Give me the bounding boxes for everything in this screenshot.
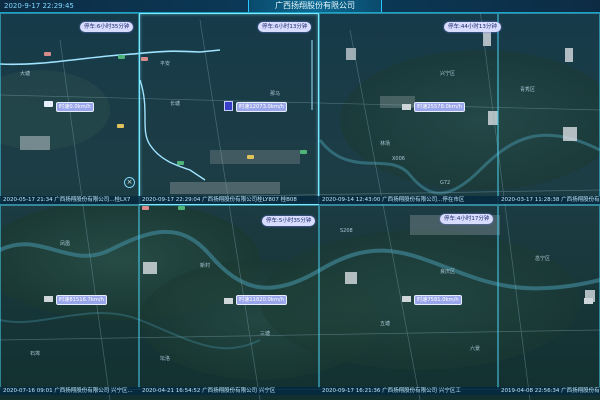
map-label: 大塘 (20, 71, 31, 77)
parking-status-pill-3[interactable]: 停车:44小时13分钟 (444, 22, 501, 32)
camera-tile-4[interactable] (498, 13, 600, 205)
road-sign-icon (117, 124, 124, 128)
road-sign-icon (141, 57, 148, 61)
tile-caption-3: 2020-09-14 12:43:00 广西扬翔股份有限公司...停在市区 (319, 196, 498, 204)
speed-label-5: 时速81516.7km/h (56, 295, 107, 305)
tile-caption-2: 2020-09-17 22:29:04 广西扬翔股份有限公司桂LY807 桂B0… (139, 196, 319, 204)
tile-caption-8: 2019-04-08 22:56:34 广西扬翔股份有限公司 (498, 387, 600, 395)
map-label: 新村 (200, 263, 211, 269)
map-label: 石埠 (30, 351, 41, 357)
vehicle-icon[interactable] (584, 298, 593, 304)
vehicle-icon[interactable] (224, 101, 233, 111)
map-label: 兴宁区 (440, 71, 456, 77)
map-label: 五塘 (380, 321, 391, 327)
road-sign-icon (300, 150, 307, 154)
road-sign-icon (247, 155, 254, 159)
vehicle-icon[interactable] (224, 298, 233, 304)
road-sign-icon (118, 55, 125, 59)
road-sign-icon (44, 52, 51, 56)
company-title: 广西扬翔股份有限公司 (248, 0, 382, 12)
vehicle-icon[interactable] (402, 104, 411, 110)
zoom-control-icon[interactable]: × (124, 177, 135, 188)
parking-status-pill-7[interactable]: 停车:4小时17分钟 (440, 214, 494, 224)
road-sign-icon (142, 206, 149, 210)
map-label: 长塘 (170, 101, 181, 107)
road-sign-icon (178, 206, 185, 210)
map-label: 那马 (270, 91, 281, 97)
current-datetime: 2020-9-17 22:29:45 (4, 2, 74, 10)
road-number-label: X006 (392, 156, 405, 162)
parking-status-pill-2[interactable]: 停车:6小时13分钟 (258, 22, 312, 32)
tile-caption-4: 2020-03-17 11:28:38 广西扬翔股份有限公司... (498, 196, 600, 204)
vehicle-icon[interactable] (402, 296, 411, 302)
top-header-bar: 2020-9-17 22:29:45 广西扬翔股份有限公司 (0, 0, 600, 13)
map-label: 三塘 (260, 331, 271, 337)
road-number-label: G72 (440, 180, 451, 186)
tile-caption-5: 2020-07-16 09:01 广西扬翔股份有限公司 兴宁区... (0, 387, 139, 395)
map-label: 平安 (160, 61, 171, 67)
map-label: 林场 (380, 141, 391, 147)
road-number-label: S208 (340, 228, 353, 234)
map-label: 六景 (470, 346, 481, 352)
parking-status-pill-6[interactable]: 停车:5小时35分钟 (262, 216, 316, 226)
map-label: 坛洛 (160, 356, 171, 362)
speed-label-1: 时速0.0km/h (56, 102, 94, 112)
vehicle-icon[interactable] (44, 296, 53, 302)
tile-caption-6: 2020-04-21 16:54:52 广西扬翔股份有限公司 兴宁区 (139, 387, 319, 395)
map-label: 邕宁区 (535, 256, 551, 262)
map-label: 青秀区 (520, 87, 536, 93)
speed-label-7: 时速7581.0km/h (414, 295, 462, 305)
road-sign-icon (177, 161, 184, 165)
vehicle-icon[interactable] (44, 101, 53, 107)
map-label: 凤凰 (60, 241, 71, 247)
parking-status-pill-1[interactable]: 停车:6小时35分钟 (80, 22, 134, 32)
speed-label-6: 时速11820.0km/h (236, 295, 287, 305)
tile-caption-7: 2020-09-17 16:21:36 广西扬翔股份有限公司 兴宁区工 (319, 387, 498, 395)
speed-label-2: 时速12073.0km/h (236, 102, 287, 112)
map-label: 良庆区 (440, 269, 456, 275)
tile-caption-1: 2020-05-17 21:34 广西扬翔股份有限公司...桂LX7 (0, 196, 139, 204)
speed-label-3: 时速25578.0km/h (414, 102, 465, 112)
